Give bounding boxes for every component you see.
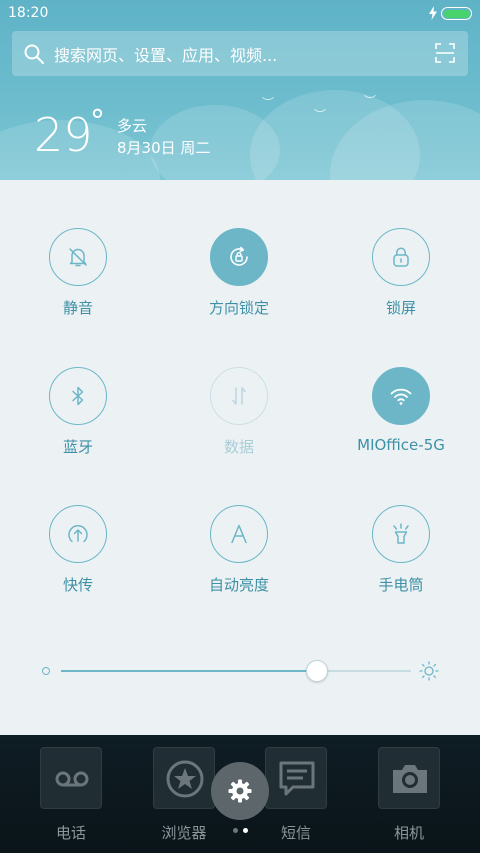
toggle-mobile-data-label: 数据 [223, 438, 254, 456]
app-camera-icon-box [378, 747, 440, 809]
app-messages-icon-box [265, 747, 327, 809]
search-bar[interactable]: 搜索网页、设置、应用、视频... [12, 31, 468, 76]
battery-level [443, 9, 470, 18]
toggle-mute[interactable]: 静音 [8, 228, 148, 338]
toggle-lock-screen-label: 锁屏 [385, 299, 416, 317]
flashlight-icon [393, 523, 409, 544]
scan-icon[interactable] [435, 43, 455, 63]
weather-header: ︶ ︶ ︶ 18:20 搜索网页、设置、应用、视频... 29 ° 多云 8月3… [0, 0, 480, 180]
gear-icon [228, 779, 252, 803]
rotation-lock-icon [230, 246, 248, 266]
toggle-wifi-label: MIOffice-5G [357, 436, 445, 454]
toggle-flashlight-label: 手电筒 [378, 576, 424, 594]
upload-icon [68, 525, 88, 543]
weather-condition: 多云 [117, 117, 148, 135]
toggle-mute-circle [49, 228, 107, 286]
toggle-quick-share-label: 快传 [62, 576, 93, 594]
toggle-lock-screen-circle [372, 228, 430, 286]
toggle-flashlight[interactable]: 手电筒 [331, 505, 471, 615]
toggle-rotation-lock[interactable]: 方向锁定 [169, 228, 309, 338]
message-icon [279, 761, 315, 796]
brightness-low-icon [42, 667, 50, 675]
settings-button[interactable] [211, 762, 269, 820]
app-phone-label: 电话 [55, 824, 86, 842]
app-camera-label: 相机 [393, 824, 424, 842]
toggle-flashlight-circle [372, 505, 430, 563]
voicemail-icon [55, 771, 89, 787]
toggle-mobile-data-circle [210, 367, 268, 425]
app-browser-label: 浏览器 [161, 824, 207, 842]
degree-symbol: ° [90, 104, 105, 139]
status-bar: 18:20 [0, 0, 480, 26]
toggle-auto-brightness-label: 自动亮度 [208, 576, 269, 594]
auto-brightness-icon [231, 524, 247, 544]
toggle-bluetooth-circle [49, 367, 107, 425]
data-arrows-icon [232, 387, 246, 405]
toggle-bluetooth[interactable]: 蓝牙 [8, 367, 148, 477]
weather-date: 8月30日 周二 [117, 139, 211, 157]
camera-icon [393, 765, 427, 793]
quick-settings-panel: 静音 方向锁定 锁屏 蓝牙 数据 MIOffice-5G 快传 自动亮度 手电筒 [0, 180, 480, 735]
status-time: 18:20 [8, 5, 49, 21]
app-browser-icon-box [153, 747, 215, 809]
battery-icon [441, 7, 472, 20]
brightness-slider-fill [61, 670, 317, 672]
bluetooth-icon [72, 386, 84, 406]
search-placeholder: 搜索网页、设置、应用、视频... [54, 46, 278, 65]
lock-icon [393, 247, 409, 267]
star-icon [166, 760, 204, 798]
page-dot [243, 828, 248, 833]
search-icon [24, 44, 44, 64]
toggle-rotation-lock-circle [210, 228, 268, 286]
brightness-slider-thumb[interactable] [305, 660, 328, 682]
toggle-mute-label: 静音 [62, 299, 93, 317]
toggle-quick-share-circle [49, 505, 107, 563]
toggle-bluetooth-label: 蓝牙 [62, 438, 93, 456]
toggle-mobile-data[interactable]: 数据 [169, 367, 309, 477]
toggle-wifi[interactable]: MIOffice-5G [331, 367, 471, 477]
bird-decoration: ︶ [364, 94, 377, 108]
toggle-rotation-lock-label: 方向锁定 [208, 299, 269, 317]
temperature: 29 [34, 108, 93, 162]
brightness-slider-track[interactable] [61, 670, 411, 672]
page-dot [233, 828, 238, 833]
app-messages-label: 短信 [280, 824, 311, 842]
wifi-icon [390, 388, 412, 405]
brightness-high-icon [419, 661, 439, 681]
bell-off-icon [69, 248, 87, 267]
page-indicator [230, 826, 252, 834]
charging-icon [429, 6, 437, 20]
bird-decoration: ︶ [262, 96, 275, 110]
toggle-auto-brightness-circle [210, 505, 268, 563]
app-phone-icon-box [40, 747, 102, 809]
bird-decoration: ︶ [314, 108, 327, 122]
toggle-auto-brightness[interactable]: 自动亮度 [169, 505, 309, 615]
toggle-wifi-circle [372, 367, 430, 425]
toggle-lock-screen[interactable]: 锁屏 [331, 228, 471, 338]
toggle-quick-share[interactable]: 快传 [8, 505, 148, 615]
